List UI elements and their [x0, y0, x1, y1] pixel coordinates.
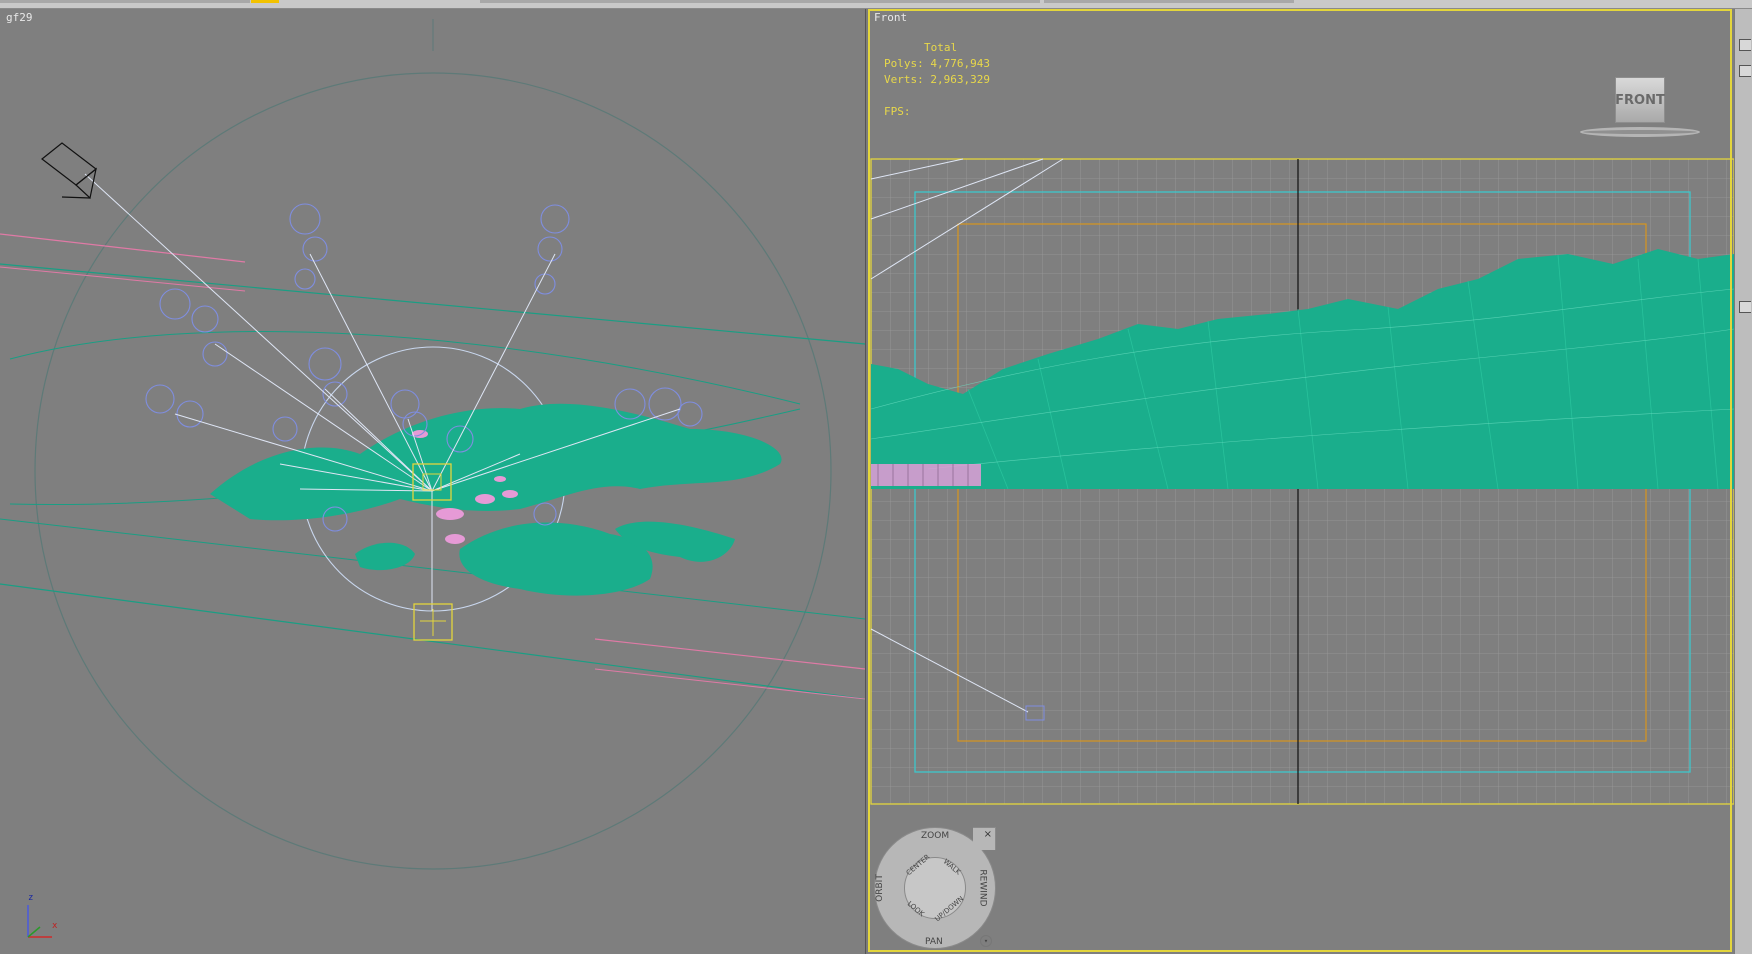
top-toolbar-strip	[0, 0, 1752, 9]
toolbar-segment	[0, 0, 250, 3]
viewcube-compass-ring[interactable]	[1580, 127, 1700, 137]
wheel-orbit-button[interactable]: ORBIT	[875, 874, 885, 902]
axis-x-label: x	[52, 921, 58, 931]
panel-tab[interactable]	[1739, 65, 1751, 77]
command-panel-edge	[1735, 9, 1752, 954]
scene-wireframe	[0, 19, 865, 870]
wheel-menu-button[interactable]: ▾	[980, 935, 992, 947]
front-wireframe	[870, 158, 1734, 805]
wheel-close-button[interactable]: ×	[984, 829, 992, 840]
viewcube[interactable]: FRONT	[1580, 77, 1700, 147]
toolbar-segment	[480, 0, 1040, 3]
wheel-rewind-button[interactable]: REWIND	[978, 869, 988, 906]
camera-viewport[interactable]: gf29 z x	[0, 9, 866, 954]
wheel-zoom-button[interactable]: ZOOM	[921, 831, 949, 841]
toolbar-segment	[1044, 0, 1294, 3]
axis-z-label: z	[28, 893, 34, 903]
viewcube-front-face[interactable]: FRONT	[1615, 77, 1665, 123]
active-tab-indicator[interactable]	[251, 0, 279, 3]
steering-wheel[interactable]: ZOOM PAN ORBIT REWIND CENTER WALK LOOK U…	[874, 827, 996, 954]
front-viewport[interactable]: Front Total Polys: 4,776,943 Verts: 2,96…	[868, 9, 1734, 954]
axis-gizmo	[27, 905, 52, 938]
panel-tab[interactable]	[1739, 301, 1751, 313]
wheel-pan-button[interactable]: PAN	[925, 937, 943, 947]
panel-tab[interactable]	[1739, 39, 1751, 51]
